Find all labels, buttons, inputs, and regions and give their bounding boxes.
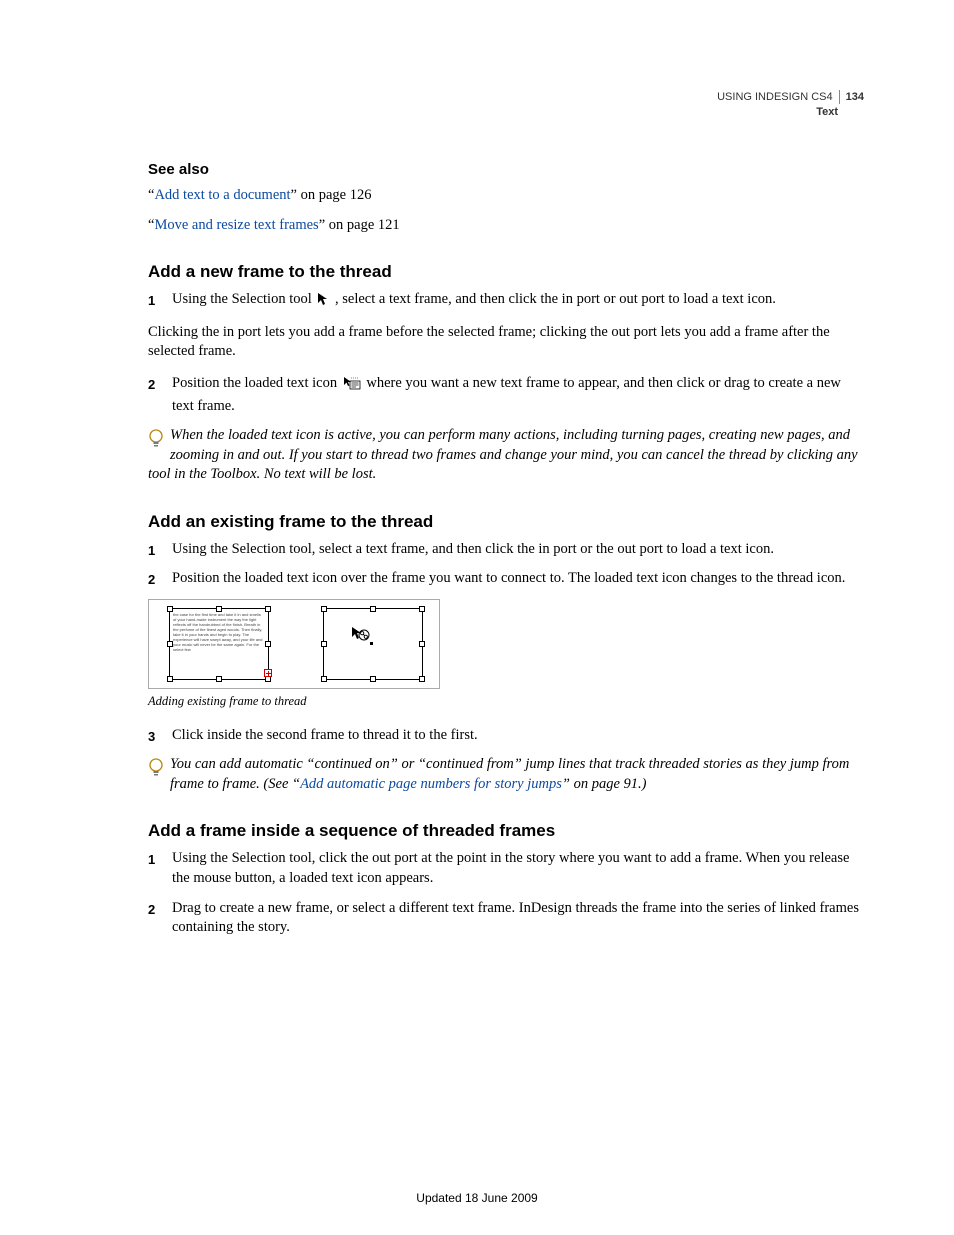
heading-add-frame-inside-sequence: Add a frame inside a sequence of threade… <box>148 820 864 843</box>
step-body: Using the Selection tool , select a text… <box>172 290 864 313</box>
step: 1 Using the Selection tool, select a tex… <box>148 540 864 560</box>
footer-updated: Updated 18 June 2009 <box>0 1191 954 1205</box>
thread-cursor-icon <box>351 626 373 653</box>
selection-tool-icon <box>317 292 329 313</box>
step-body: Position the loaded text icon where you … <box>172 374 864 416</box>
figure-greek-text: the case for the first time and take it … <box>173 612 265 676</box>
step-body: Drag to create a new frame, or select a … <box>172 899 864 938</box>
xref-line: “Add text to a document” on page 126 <box>148 186 864 206</box>
step: 1 Using the Selection tool , select a te… <box>148 290 864 313</box>
step: 2 Drag to create a new frame, or select … <box>148 899 864 938</box>
step: 2 Position the loaded text icon where yo… <box>148 374 864 416</box>
link-add-text[interactable]: Add text to a document <box>154 187 290 203</box>
tip: You can add automatic “continued on” or … <box>148 755 864 794</box>
heading-add-new-frame: Add a new frame to the thread <box>148 261 864 284</box>
lightbulb-icon <box>148 428 164 457</box>
step-body: Using the Selection tool, click the out … <box>172 849 864 888</box>
tip-text: When the loaded text icon is active, you… <box>148 427 858 482</box>
step-number: 1 <box>148 849 162 888</box>
header-rule <box>839 90 840 104</box>
step-number: 1 <box>148 290 162 313</box>
step: 3 Click inside the second frame to threa… <box>148 726 864 746</box>
step-number: 2 <box>148 569 162 589</box>
step-number: 1 <box>148 540 162 560</box>
heading-add-existing-frame: Add an existing frame to the thread <box>148 511 864 534</box>
link-move-resize[interactable]: Move and resize text frames <box>154 217 318 233</box>
figure-source-frame: the case for the first time and take it … <box>169 608 269 680</box>
figure-target-frame <box>323 608 423 680</box>
lightbulb-icon <box>148 757 164 786</box>
xref-line: “Move and resize text frames” on page 12… <box>148 216 864 236</box>
running-header: USING INDESIGN CS4 134 Text <box>717 90 864 118</box>
step: 2 Position the loaded text icon over the… <box>148 569 864 589</box>
step-body: Position the loaded text icon over the f… <box>172 569 864 589</box>
paragraph: Clicking the in port lets you add a fram… <box>148 323 864 362</box>
loaded-text-icon <box>343 376 361 397</box>
section-name: Text <box>717 106 864 118</box>
step-body: Click inside the second frame to thread … <box>172 726 864 746</box>
doc-title: USING INDESIGN CS4 <box>717 91 833 103</box>
step: 1 Using the Selection tool, click the ou… <box>148 849 864 888</box>
step-number: 3 <box>148 726 162 746</box>
tip: When the loaded text icon is active, you… <box>148 426 864 485</box>
link-auto-page-numbers[interactable]: Add automatic page numbers for story jum… <box>300 776 562 792</box>
figure-caption: Adding existing frame to thread <box>148 693 864 710</box>
figure-thread-frames: the case for the first time and take it … <box>148 599 440 689</box>
step-number: 2 <box>148 899 162 938</box>
see-also-heading: See also <box>148 160 864 180</box>
out-port-icon <box>264 669 272 677</box>
page-number: 134 <box>846 91 864 103</box>
step-body: Using the Selection tool, select a text … <box>172 540 864 560</box>
step-number: 2 <box>148 374 162 416</box>
page-content: See also “Add text to a document” on pag… <box>148 160 864 938</box>
